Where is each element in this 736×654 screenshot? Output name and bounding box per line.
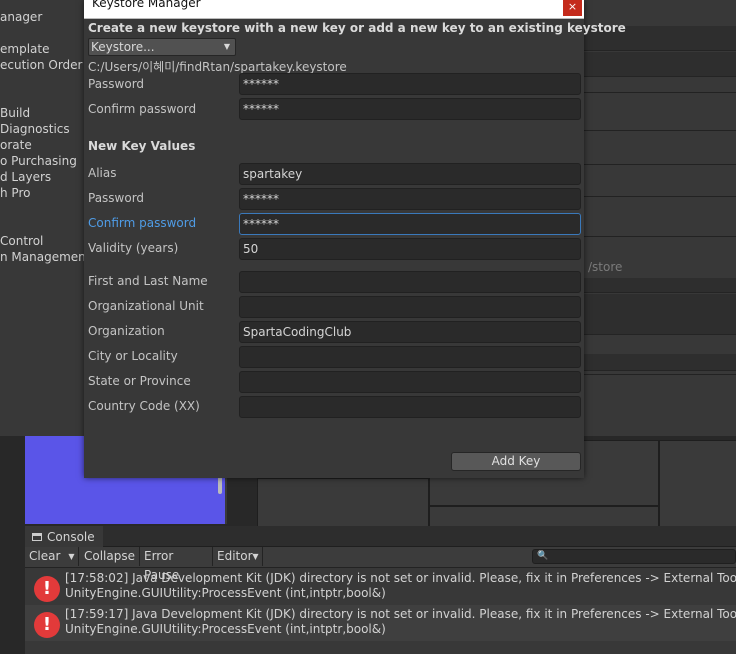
first-last-name-field[interactable]	[239, 271, 581, 293]
sidebar-item-diagnostics[interactable]: Diagnostics	[0, 121, 70, 137]
panel-divider	[580, 374, 736, 375]
sidebar-item-build[interactable]: Build	[0, 105, 30, 121]
panel-field	[580, 354, 736, 371]
organizational-unit-field[interactable]	[239, 296, 581, 318]
scene-panel	[659, 440, 736, 528]
panel-divider	[580, 92, 736, 93]
panel-field	[580, 52, 736, 77]
sidebar-item-template[interactable]: emplate	[0, 41, 49, 57]
log-entry[interactable]: ! [17:59:17] Java Development Kit (JDK) …	[25, 605, 736, 641]
sidebar-item-control[interactable]: Control	[0, 233, 43, 249]
error-icon: !	[34, 576, 60, 602]
sidebar-item-layers[interactable]: d Layers	[0, 169, 51, 185]
sidebar-item-purchasing[interactable]: o Purchasing	[0, 153, 77, 169]
project-settings-sidebar: anager emplate ecution Order Build Diagn…	[0, 0, 90, 436]
console-tab-bar: Console	[25, 526, 736, 547]
dialog-header-text: Create a new keystore with a new key or …	[88, 21, 626, 35]
first-last-name-label: First and Last Name	[88, 274, 208, 288]
log-entry[interactable]: ! [17:58:02] Java Development Kit (JDK) …	[25, 569, 736, 605]
clear-options-chevron-icon[interactable]: ▼	[65, 547, 79, 566]
panel-divider	[580, 164, 736, 165]
alias-label: Alias	[88, 166, 117, 180]
log-stack-line: UnityEngine.GUIUtility:ProcessEvent (int…	[65, 586, 386, 600]
panel-divider	[580, 130, 736, 131]
add-key-button[interactable]: Add Key	[451, 452, 581, 471]
keystore-password-label: Password	[88, 77, 145, 91]
state-province-label: State or Province	[88, 374, 191, 388]
city-locality-label: City or Locality	[88, 349, 178, 363]
console-window: Console Clear ▼ Collapse Error Pause Edi…	[25, 526, 736, 654]
panel-divider	[580, 196, 736, 197]
country-code-label: Country Code (XX)	[88, 399, 200, 413]
log-message: [17:59:17] Java Development Kit (JDK) di…	[65, 607, 736, 637]
search-icon: 🔍	[537, 551, 549, 561]
keystore-confirm-password-field[interactable]: ******	[239, 98, 581, 120]
editor-dropdown[interactable]: Editor	[213, 547, 253, 566]
validity-label: Validity (years)	[88, 241, 179, 255]
console-icon	[32, 532, 42, 541]
key-password-field[interactable]: ******	[239, 188, 581, 210]
scene-panel	[429, 506, 659, 528]
sidebar-item-execution-order[interactable]: ecution Order	[0, 57, 83, 73]
sidebar-item-management[interactable]: n Management	[0, 249, 90, 265]
new-key-values-heading: New Key Values	[88, 139, 196, 153]
chevron-down-icon: ▼	[223, 42, 230, 51]
keystore-confirm-password-label: Confirm password	[88, 102, 197, 116]
console-toolbar: Clear ▼ Collapse Error Pause Editor ▼ 🔍	[25, 547, 736, 582]
panel-keystore-fragment: /store	[588, 260, 623, 274]
keystore-password-field[interactable]: ******	[239, 73, 581, 95]
sidebar-item-manager[interactable]: anager	[0, 9, 42, 25]
keystore-manager-dialog: Keystore Manager × Create a new keystore…	[84, 0, 626, 478]
keystore-dropdown-value: Keystore...	[91, 40, 155, 54]
clear-button[interactable]: Clear	[25, 547, 65, 566]
editor-chevron-down-icon[interactable]: ▼	[249, 547, 263, 566]
scene-panel	[257, 478, 429, 528]
organization-field[interactable]: SpartaCodingClub	[239, 321, 581, 343]
log-message-line: [17:58:02] Java Development Kit (JDK) di…	[65, 571, 736, 585]
key-confirm-password-label: Confirm password	[88, 216, 197, 230]
validity-field[interactable]: 50	[239, 238, 581, 260]
settings-panel-background	[580, 0, 736, 436]
close-icon[interactable]: ×	[563, 0, 582, 16]
error-pause-button[interactable]: Error Pause	[140, 547, 213, 582]
city-locality-field[interactable]	[239, 346, 581, 368]
country-code-field[interactable]	[239, 396, 581, 418]
panel-field	[580, 278, 736, 293]
error-icon: !	[34, 612, 60, 638]
organization-label: Organization	[88, 324, 165, 338]
organizational-unit-label: Organizational Unit	[88, 299, 204, 313]
tab-console-label: Console	[47, 529, 95, 544]
collapse-button[interactable]: Collapse	[80, 547, 140, 566]
state-province-field[interactable]	[239, 371, 581, 393]
tab-console[interactable]: Console	[25, 526, 103, 547]
panel-field	[580, 294, 736, 335]
alias-field[interactable]: spartakey	[239, 163, 581, 185]
dialog-title: Keystore Manager	[92, 0, 201, 10]
sidebar-item-pro[interactable]: h Pro	[0, 185, 30, 201]
panel-divider	[580, 236, 736, 237]
key-confirm-password-field[interactable]: ******	[239, 213, 581, 235]
dialog-title-bar[interactable]: Keystore Manager ×	[84, 0, 584, 19]
log-message-line: [17:59:17] Java Development Kit (JDK) di…	[65, 607, 736, 621]
scrollbar-handle[interactable]	[218, 476, 222, 494]
keystore-dropdown[interactable]: Keystore... ▼	[88, 38, 236, 56]
sidebar-item-corporate[interactable]: orate	[0, 137, 32, 153]
key-password-label: Password	[88, 191, 145, 205]
log-stack-line: UnityEngine.GUIUtility:ProcessEvent (int…	[65, 622, 386, 636]
console-search-input[interactable]: 🔍	[532, 549, 736, 564]
log-message: [17:58:02] Java Development Kit (JDK) di…	[65, 571, 736, 601]
